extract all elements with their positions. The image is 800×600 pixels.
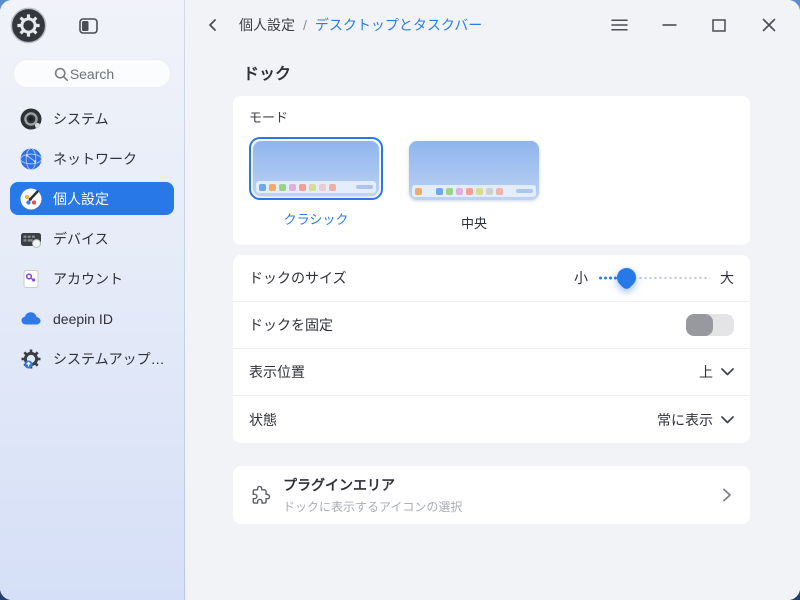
dock-fixed-row: ドックを固定 bbox=[233, 302, 750, 349]
mode-preview-classic bbox=[249, 137, 383, 200]
toggle-knob bbox=[686, 314, 713, 336]
system-icon bbox=[18, 106, 43, 131]
position-select[interactable]: 上 bbox=[699, 362, 734, 382]
plugin-area-subtitle: ドックに表示するアイコンの選択 bbox=[283, 500, 463, 514]
sidebar-item-network[interactable]: ネットワーク bbox=[10, 142, 174, 175]
breadcrumb: 個人設定 / デスクトップとタスクバー bbox=[239, 15, 482, 35]
network-icon bbox=[18, 146, 43, 171]
search-input[interactable] bbox=[14, 60, 170, 87]
sidebar-item-accounts[interactable]: アカウント bbox=[10, 262, 174, 295]
mode-options: クラシック 中央 bbox=[249, 137, 734, 232]
search-icon bbox=[54, 67, 69, 82]
app-logo-icon bbox=[10, 7, 47, 44]
sidebar-item-system[interactable]: システム bbox=[10, 102, 174, 135]
cloud-icon bbox=[18, 306, 43, 331]
minimize-button[interactable] bbox=[652, 8, 686, 42]
title-bar: 個人設定 / デスクトップとタスクバー bbox=[185, 0, 800, 50]
sidebar-item-label: deepin ID bbox=[53, 310, 113, 327]
dock-size-label: ドックのサイズ bbox=[249, 270, 347, 286]
mode-card: モード クラシック 中央 bbox=[233, 96, 750, 245]
sidebar-header bbox=[0, 0, 184, 50]
chevron-right-icon bbox=[723, 488, 731, 502]
dock-size-track[interactable] bbox=[598, 264, 710, 291]
accounts-icon bbox=[18, 266, 43, 291]
sidebar-item-label: デバイス bbox=[53, 230, 109, 247]
personalization-icon bbox=[18, 186, 43, 211]
breadcrumb-current[interactable]: デスクトップとタスクバー bbox=[315, 15, 482, 35]
dock-size-handle[interactable] bbox=[613, 264, 640, 291]
devices-icon bbox=[18, 226, 43, 251]
close-icon bbox=[762, 18, 776, 32]
sidebar-toggle-icon[interactable] bbox=[75, 13, 101, 39]
page-title: ドック bbox=[243, 66, 292, 83]
dock-preview-strip bbox=[412, 185, 536, 197]
sidebar-item-label: アカウント bbox=[53, 270, 123, 287]
back-button[interactable] bbox=[201, 13, 225, 37]
sidebar-item-personalization[interactable]: 個人設定 bbox=[10, 182, 174, 215]
dock-fixed-toggle[interactable] bbox=[686, 314, 734, 336]
update-icon bbox=[18, 346, 43, 371]
dock-settings-card: ドックのサイズ 小 大 ドックを固定 表示位置 上 状態 常に表示 bbox=[233, 255, 750, 443]
maximize-icon bbox=[712, 18, 726, 32]
slider-max-label: 大 bbox=[720, 270, 734, 286]
breadcrumb-separator: / bbox=[303, 17, 307, 33]
menu-button[interactable] bbox=[602, 8, 636, 42]
main-panel: 個人設定 / デスクトップとタスクバー ドック モード クラシック 中央 ドック… bbox=[185, 0, 800, 600]
mode-preview-center bbox=[405, 137, 543, 204]
sidebar-item-label: 個人設定 bbox=[53, 190, 109, 207]
plugin-area-card[interactable]: プラグインエリア ドックに表示するアイコンの選択 bbox=[233, 466, 750, 524]
slider-min-label: 小 bbox=[574, 270, 588, 286]
sidebar-item-label: システム bbox=[53, 110, 109, 127]
mode-option-classic[interactable]: クラシック bbox=[249, 137, 383, 228]
content-area: ドック モード クラシック 中央 ドックのサイズ 小 大 ドックを固定 表示位置… bbox=[185, 50, 800, 524]
sidebar-item-label: システムアップ… bbox=[53, 350, 165, 367]
position-label: 表示位置 bbox=[249, 364, 305, 380]
minimize-icon bbox=[662, 24, 676, 26]
mode-option-label: 中央 bbox=[460, 216, 487, 231]
status-value: 常に表示 bbox=[657, 411, 713, 428]
mode-section-label: モード bbox=[249, 110, 289, 125]
sidebar-item-devices[interactable]: デバイス bbox=[10, 222, 174, 255]
status-row: 状態 常に表示 bbox=[233, 396, 750, 443]
sidebar: システム ネットワーク bbox=[0, 0, 185, 600]
mode-option-label: クラシック bbox=[283, 212, 349, 227]
plugin-area-title: プラグインエリア bbox=[283, 477, 395, 493]
chevron-down-icon bbox=[721, 368, 734, 376]
maximize-button[interactable] bbox=[702, 8, 736, 42]
search-box[interactable] bbox=[13, 59, 171, 88]
dock-size-row: ドックのサイズ 小 大 bbox=[233, 255, 750, 302]
sidebar-nav: システム ネットワーク 個人設定 デバイス アカウント deepin ID シス… bbox=[0, 102, 184, 382]
status-select[interactable]: 常に表示 bbox=[657, 410, 734, 430]
breadcrumb-parent[interactable]: 個人設定 bbox=[239, 15, 295, 35]
dock-fixed-label: ドックを固定 bbox=[249, 317, 333, 333]
hamburger-icon bbox=[610, 19, 628, 31]
puzzle-icon bbox=[252, 485, 271, 504]
mode-option-center[interactable]: 中央 bbox=[405, 137, 543, 232]
position-row: 表示位置 上 bbox=[233, 349, 750, 396]
chevron-down-icon bbox=[721, 415, 734, 423]
status-label: 状態 bbox=[249, 411, 277, 428]
plugin-area-texts: プラグインエリア ドックに表示するアイコンの選択 bbox=[283, 475, 718, 515]
sidebar-item-deepin-id[interactable]: deepin ID bbox=[10, 302, 174, 335]
dock-preview-strip bbox=[256, 181, 376, 193]
settings-window: システム ネットワーク bbox=[0, 0, 800, 600]
sidebar-item-label: ネットワーク bbox=[53, 150, 137, 167]
close-button[interactable] bbox=[752, 8, 786, 42]
position-value: 上 bbox=[699, 364, 713, 380]
sidebar-item-system-update[interactable]: システムアップ… bbox=[10, 342, 174, 375]
